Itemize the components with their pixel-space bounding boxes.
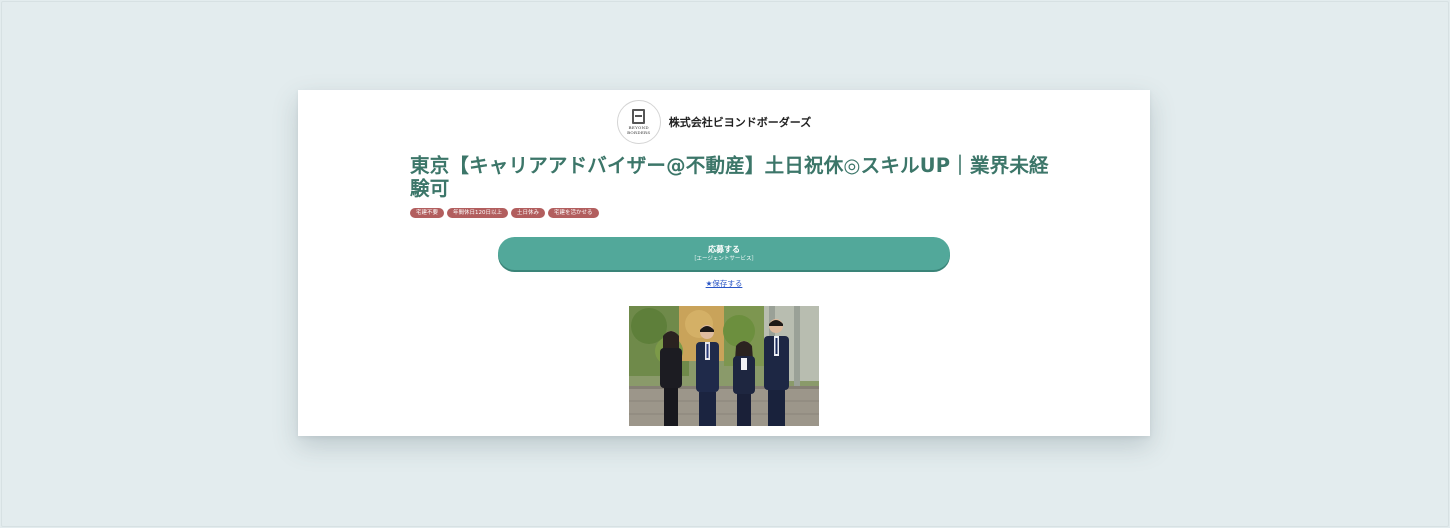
tag-badge: 宅建を活かせる: [548, 208, 599, 218]
company-logo: BEYOND BORDERS: [616, 100, 661, 144]
logo-mark-icon: [632, 109, 646, 124]
job-card: BEYOND BORDERS 株式会社ビヨンドボーダーズ 東京【キャリアアドバイ…: [298, 90, 1150, 436]
tag-badge: 年間休日120日以上: [447, 208, 509, 218]
team-photo: [629, 306, 819, 426]
logo-text-line-2: BORDERS: [627, 130, 651, 135]
job-tags: 宅建不要 年間休日120日以上 土日休み 宅建を活かせる: [410, 208, 599, 218]
apply-button-sublabel: ［エージェントサービス］: [691, 255, 757, 262]
tag-badge: 宅建不要: [410, 208, 445, 218]
company-header: BEYOND BORDERS 株式会社ビヨンドボーダーズ: [298, 100, 1150, 144]
logo-text: BEYOND BORDERS: [620, 125, 658, 135]
apply-button[interactable]: 応募する ［エージェントサービス］: [498, 237, 950, 270]
tag-badge: 土日休み: [511, 208, 546, 218]
company-name[interactable]: 株式会社ビヨンドボーダーズ: [669, 114, 811, 130]
save-link[interactable]: ★保存する: [298, 278, 1150, 289]
job-title: 東京【キャリアアドバイザー@不動産】土日祝休◎スキルUP｜業界未経験可: [410, 154, 1049, 200]
apply-button-label: 応募する: [708, 244, 740, 254]
